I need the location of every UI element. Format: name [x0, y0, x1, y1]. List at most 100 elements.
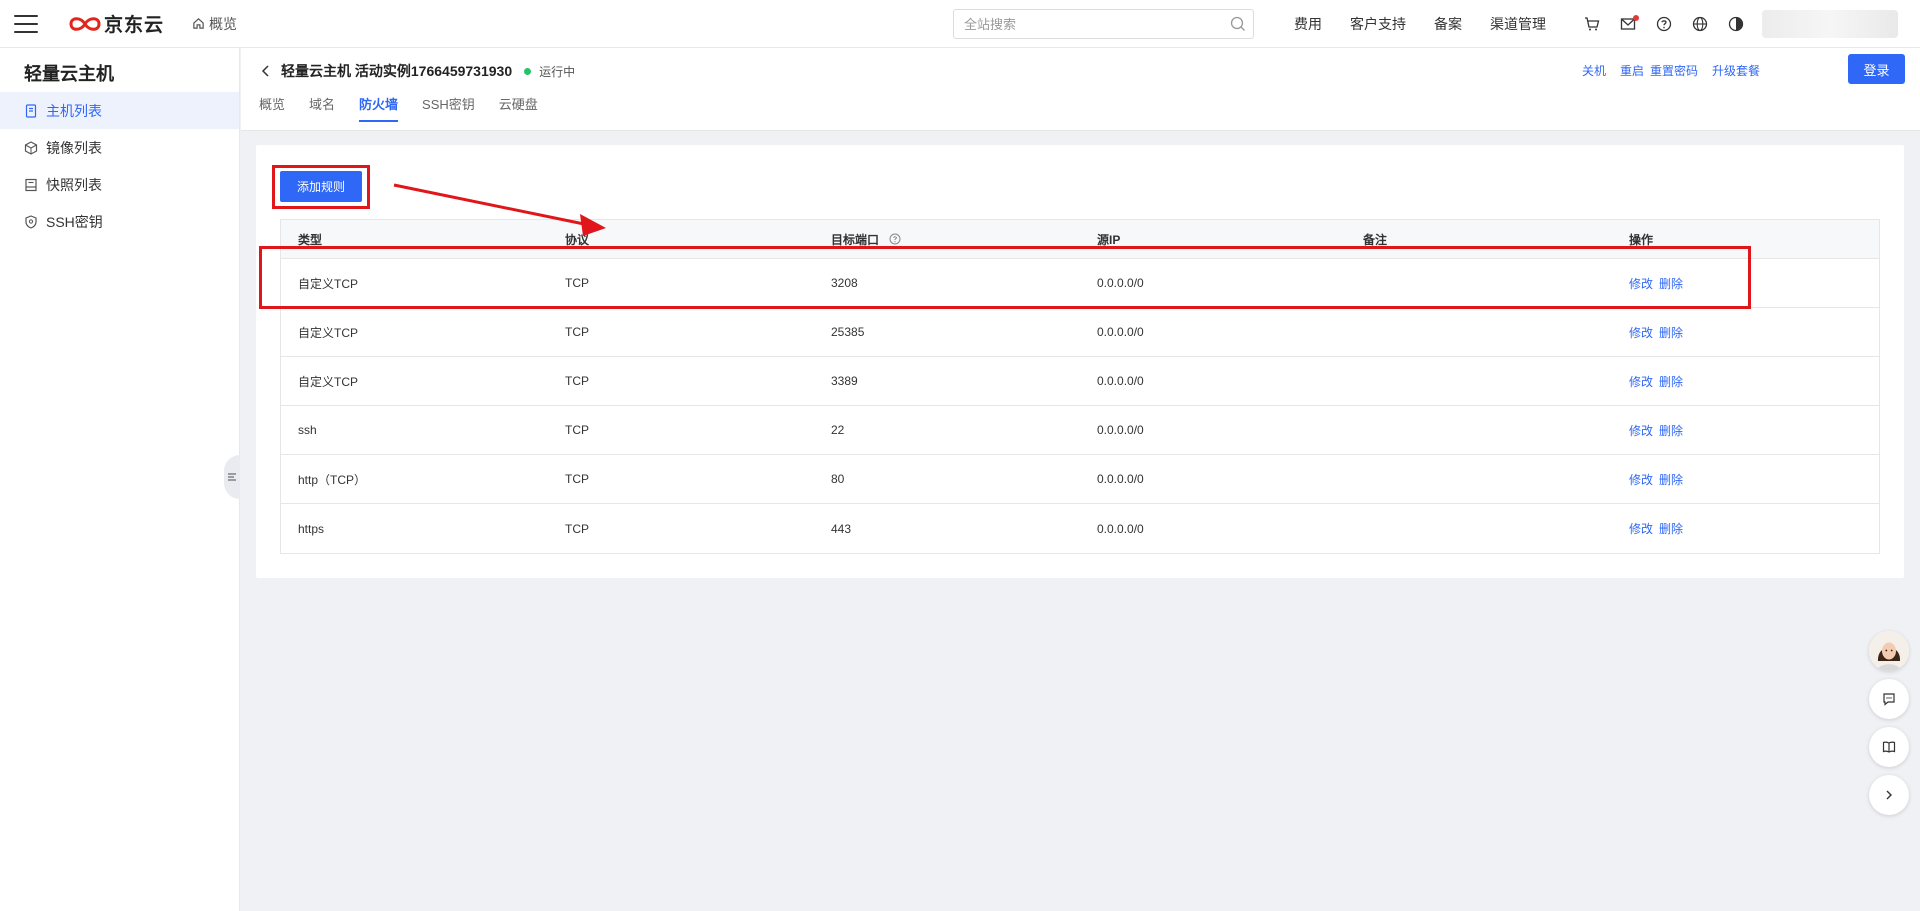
cell-port: 25385: [831, 325, 865, 339]
edit-rule-link[interactable]: 修改: [1629, 424, 1653, 438]
column-header-source-ip: 源IP: [1097, 232, 1121, 247]
logo[interactable]: 京东云: [68, 10, 164, 37]
cell-port: 22: [831, 423, 845, 437]
column-header-protocol: 协议: [565, 232, 590, 247]
table-row: https TCP 443 0.0.0.0/0 修改 删除: [281, 504, 1879, 553]
cell-actions: 修改 删除: [1612, 520, 1879, 537]
menu-icon[interactable]: [14, 14, 38, 33]
global-search: [953, 9, 1254, 39]
user-account-menu[interactable]: [1762, 10, 1898, 38]
edit-rule-link[interactable]: 修改: [1629, 522, 1653, 536]
docs-button[interactable]: [1869, 727, 1909, 767]
book-icon: [1882, 741, 1896, 753]
cell-source-ip: 0.0.0.0/0: [1097, 472, 1144, 486]
sidebar-item-ssh-keys[interactable]: SSH密钥: [0, 203, 239, 240]
tab-overview[interactable]: 概览: [259, 84, 285, 122]
instance-tabs: 概览 域名 防火墙 SSH密钥 云硬盘: [259, 84, 562, 131]
instance-actions: 关机 重启 重置密码 升级套餐: [1568, 62, 1760, 79]
add-rule-button[interactable]: 添加规则: [280, 171, 362, 202]
cell-protocol: TCP: [565, 472, 589, 486]
cell-protocol: TCP: [565, 521, 589, 536]
sidebar-item-label: 快照列表: [46, 176, 102, 193]
chat-button[interactable]: [1869, 679, 1909, 719]
overview-link[interactable]: 概览: [192, 14, 237, 34]
cell-type: 自定义TCP: [298, 374, 359, 389]
sidebar-item-host-list[interactable]: 主机列表: [0, 92, 239, 129]
cell-port: 3389: [831, 374, 858, 388]
globe-icon[interactable]: [1690, 14, 1710, 34]
tab-cloud-disk[interactable]: 云硬盘: [499, 84, 538, 122]
column-header-port-label: 目标端口: [831, 232, 880, 247]
back-arrow-icon[interactable]: [261, 64, 271, 78]
tab-domain[interactable]: 域名: [309, 84, 335, 122]
cell-actions: 修改 删除: [1612, 373, 1879, 390]
upgrade-plan-button[interactable]: 升级套餐: [1712, 62, 1760, 79]
search-input[interactable]: [964, 16, 1223, 32]
ssh-key-icon: [25, 214, 37, 229]
cart-icon[interactable]: [1582, 14, 1602, 34]
assistant-avatar[interactable]: [1869, 631, 1909, 671]
column-header-type: 类型: [298, 232, 323, 247]
sidebar-item-label: 主机列表: [46, 102, 102, 119]
status-text: 运行中: [539, 64, 576, 79]
sidebar: 轻量云主机 主机列表 镜像列表 快照列表 SSH密钥: [0, 48, 240, 911]
tab-ssh-keys[interactable]: SSH密钥: [422, 84, 475, 122]
nav-filing[interactable]: 备案: [1434, 14, 1462, 34]
table-row: 自定义TCP TCP 3389 0.0.0.0/0 修改 删除: [281, 357, 1879, 406]
cell-source-ip: 0.0.0.0/0: [1097, 423, 1144, 437]
tab-firewall[interactable]: 防火墙: [359, 84, 399, 122]
login-button[interactable]: 登录: [1848, 54, 1905, 84]
nav-channel[interactable]: 渠道管理: [1490, 14, 1546, 34]
sidebar-item-label: 镜像列表: [46, 139, 102, 156]
delete-rule-link[interactable]: 删除: [1659, 375, 1683, 389]
shutdown-button[interactable]: 关机: [1582, 62, 1606, 79]
cell-type: 自定义TCP: [298, 325, 359, 340]
sidebar-title: 轻量云主机: [24, 64, 114, 84]
row-highlight-box: [259, 246, 1751, 309]
title-row: 轻量云主机 活动实例1766459731930 运行中: [261, 60, 575, 82]
status-indicator: [524, 67, 532, 75]
nav-billing[interactable]: 费用: [1294, 14, 1322, 34]
host-list-icon: [25, 103, 37, 118]
mail-icon[interactable]: [1618, 14, 1639, 34]
help-icon[interactable]: [1654, 14, 1674, 34]
sidebar-item-label: SSH密钥: [46, 213, 103, 230]
sidebar-collapse-toggle[interactable]: [224, 455, 240, 499]
column-header-actions: 操作: [1629, 232, 1654, 247]
top-icons: [1582, 0, 1762, 48]
edit-rule-link[interactable]: 修改: [1629, 326, 1653, 340]
cell-type: http（TCP）: [298, 472, 367, 487]
restart-button[interactable]: 重启: [1620, 62, 1644, 79]
delete-rule-link[interactable]: 删除: [1659, 473, 1683, 487]
delete-rule-link[interactable]: 删除: [1659, 522, 1683, 536]
cell-actions: 修改 删除: [1612, 471, 1879, 488]
cell-type: https: [298, 521, 325, 536]
reset-password-button[interactable]: 重置密码: [1650, 62, 1698, 79]
edit-rule-link[interactable]: 修改: [1629, 375, 1653, 389]
snapshot-list-icon: [25, 178, 37, 191]
cell-source-ip: 0.0.0.0/0: [1097, 325, 1144, 339]
port-help-icon[interactable]: [889, 233, 901, 245]
delete-rule-link[interactable]: 删除: [1659, 424, 1683, 438]
firewall-panel: 添加规则 类型 协议 目标端口 源IP 备注 操作 自定义TCP TCP 320…: [256, 145, 1904, 578]
table-row: http（TCP） TCP 80 0.0.0.0/0 修改 删除: [281, 455, 1879, 504]
sidebar-item-image-list[interactable]: 镜像列表: [0, 129, 239, 166]
floating-tools: [1869, 631, 1909, 815]
edit-rule-link[interactable]: 修改: [1629, 473, 1653, 487]
delete-rule-link[interactable]: 删除: [1659, 326, 1683, 340]
logo-text: 京东云: [104, 15, 165, 36]
theme-icon[interactable]: [1726, 14, 1746, 34]
column-header-note: 备注: [1363, 232, 1388, 247]
sidebar-item-snapshot-list[interactable]: 快照列表: [0, 166, 239, 203]
cell-actions: 修改 删除: [1612, 324, 1879, 341]
instance-header: 轻量云主机 活动实例1766459731930 运行中 关机 重启 重置密码 升…: [241, 48, 1920, 131]
search-icon[interactable]: [1223, 16, 1253, 32]
expand-tools-button[interactable]: [1869, 775, 1909, 815]
top-nav: 费用 客户支持 备案 渠道管理: [1294, 0, 1574, 48]
nav-support[interactable]: 客户支持: [1350, 14, 1406, 34]
jdcloud-logo-icon: [69, 16, 101, 31]
table-row: 自定义TCP TCP 25385 0.0.0.0/0 修改 删除: [281, 308, 1879, 357]
cell-type: ssh: [298, 423, 317, 437]
home-icon: [193, 18, 204, 29]
cell-protocol: TCP: [565, 374, 589, 388]
